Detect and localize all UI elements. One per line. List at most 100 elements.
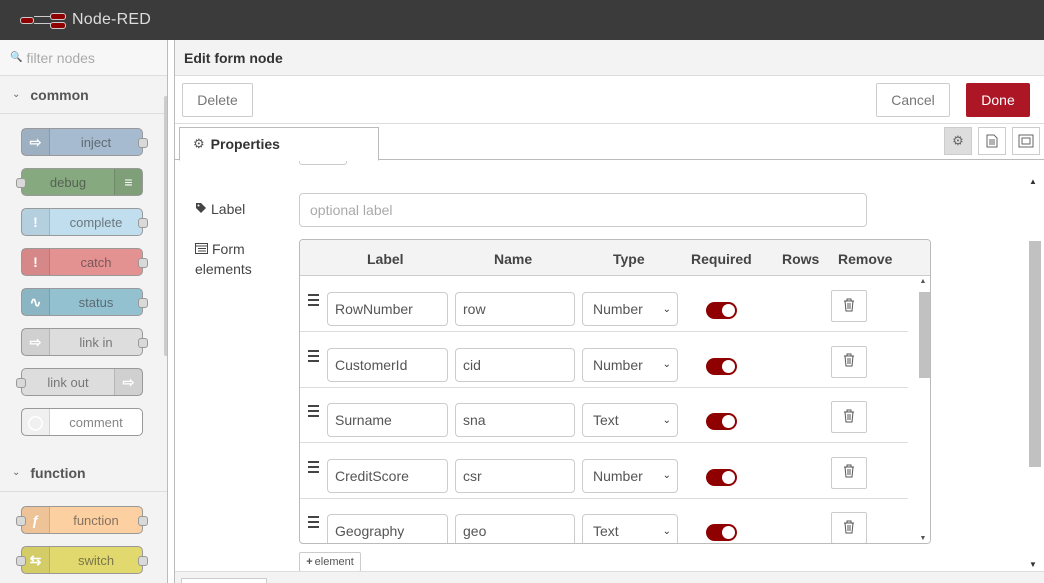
required-toggle[interactable]: [706, 357, 737, 375]
table-row: RowNumber row Number ⌄: [300, 276, 908, 332]
done-button[interactable]: Done: [966, 83, 1030, 117]
chevron-down-icon: ⌄: [12, 89, 21, 100]
panel-scrollbar[interactable]: ▲ ▼: [1027, 175, 1041, 571]
palette-node[interactable]: ƒ function: [16, 506, 148, 534]
palette-node[interactable]: ◯ comment: [21, 408, 143, 436]
remove-button[interactable]: [831, 456, 867, 489]
palette-scrollbar[interactable]: [164, 96, 167, 356]
output-port[interactable]: [138, 138, 148, 148]
form-elements-label-line2: elements: [195, 261, 252, 277]
required-toggle[interactable]: [706, 468, 737, 486]
output-port[interactable]: [138, 556, 148, 566]
required-toggle[interactable]: [706, 524, 737, 541]
palette-filter-input[interactable]: 🔍 filter nodes: [0, 40, 167, 76]
chevron-down-icon: ⌄: [662, 359, 671, 370]
palette-node[interactable]: ! complete: [21, 208, 148, 236]
list-icon: [195, 241, 208, 257]
chevron-down-icon: ⌄: [662, 525, 671, 537]
element-label-input[interactable]: RowNumber: [327, 292, 448, 326]
element-label-input[interactable]: Surname: [327, 403, 448, 437]
tray-tabs: ⚙ Properties ⚙: [175, 124, 1044, 161]
palette-node[interactable]: link out ⇨: [16, 368, 143, 396]
element-label-input[interactable]: CreditScore: [327, 458, 448, 493]
output-port[interactable]: [138, 258, 148, 268]
palette-node[interactable]: ! catch: [21, 248, 148, 276]
element-type-select[interactable]: Number ⌄: [582, 347, 678, 382]
palette-category-1[interactable]: ⌄ function: [0, 454, 167, 492]
description-tab-icon[interactable]: [978, 127, 1006, 155]
delete-button[interactable]: Delete: [182, 83, 253, 117]
element-type-select[interactable]: Text ⌄: [582, 514, 678, 543]
scroll-up-arrow-icon[interactable]: ▲: [1029, 177, 1037, 186]
column-header-label: Label: [367, 251, 404, 267]
output-port[interactable]: [138, 338, 148, 348]
remove-button[interactable]: [831, 512, 867, 543]
alert-icon: !: [22, 249, 50, 275]
element-name-input[interactable]: csr: [455, 458, 575, 493]
palette-node[interactable]: ⇆ switch: [16, 546, 148, 574]
palette-node[interactable]: debug ≡: [16, 168, 143, 196]
palette-node-label: function: [73, 512, 119, 528]
link-out-icon: ⇨: [114, 369, 142, 395]
palette-node-label: comment: [69, 414, 123, 430]
app-title: Node-RED: [72, 11, 151, 28]
element-name-input[interactable]: cid: [455, 347, 575, 382]
palette-node[interactable]: ∿ status: [21, 288, 148, 316]
properties-panel: Label optional label Form elements Label…: [175, 161, 1044, 571]
remove-button[interactable]: [831, 290, 867, 322]
settings-tab-icon[interactable]: ⚙: [944, 127, 972, 155]
panel-scroll-thumb[interactable]: [1029, 241, 1041, 467]
tab-properties[interactable]: ⚙ Properties: [179, 127, 379, 161]
form-elements-label: Form elements: [195, 241, 252, 277]
input-port[interactable]: [16, 178, 26, 188]
element-label-input[interactable]: CustomerId: [327, 347, 448, 382]
tab-properties-label: Properties: [210, 136, 280, 152]
label-input[interactable]: optional label: [299, 193, 867, 227]
table-scrollbar[interactable]: ▲ ▼: [916, 276, 930, 543]
appearance-tab-icon[interactable]: [1012, 127, 1040, 155]
drag-handle-icon[interactable]: [308, 349, 319, 365]
element-type-select[interactable]: Text ⌄: [582, 403, 678, 437]
palette-node-label: complete: [69, 214, 123, 230]
input-port[interactable]: [16, 516, 26, 526]
function-icon: ƒ: [22, 507, 50, 533]
element-name-input[interactable]: row: [455, 292, 575, 326]
add-element-button[interactable]: + element: [299, 552, 361, 571]
output-port[interactable]: [138, 218, 148, 228]
scroll-down-arrow-icon[interactable]: ▼: [919, 535, 927, 542]
trash-icon: [843, 353, 855, 370]
element-name-input[interactable]: geo: [455, 514, 575, 543]
drag-handle-icon[interactable]: [308, 516, 319, 531]
input-port[interactable]: [16, 556, 26, 566]
drag-handle-icon[interactable]: [308, 460, 319, 476]
palette-node-label: link in: [79, 334, 113, 350]
palette-node[interactable]: ⇨ link in: [21, 328, 148, 356]
remove-button[interactable]: [831, 345, 867, 378]
comment-icon: ◯: [22, 409, 50, 435]
drag-handle-icon[interactable]: [308, 294, 319, 309]
scroll-down-arrow-icon[interactable]: ▼: [1029, 560, 1037, 569]
footer-button[interactable]: [181, 578, 267, 583]
palette-node[interactable]: ⇨ inject: [21, 128, 148, 156]
output-port[interactable]: [138, 516, 148, 526]
column-header-rows: Rows: [782, 251, 820, 267]
element-type-value: Number: [593, 301, 643, 317]
scroll-up-arrow-icon[interactable]: ▲: [919, 278, 927, 285]
required-toggle[interactable]: [706, 413, 737, 430]
column-header-remove: Remove: [838, 251, 893, 267]
palette-category-0[interactable]: ⌄ common: [0, 76, 167, 114]
element-name-input[interactable]: sna: [455, 403, 575, 437]
element-label-input[interactable]: Geography: [327, 514, 448, 543]
output-port[interactable]: [138, 298, 148, 308]
drag-handle-icon[interactable]: [308, 405, 319, 420]
element-type-select[interactable]: Number ⌄: [582, 458, 678, 493]
required-toggle[interactable]: [706, 302, 737, 319]
element-type-select[interactable]: Number ⌄: [582, 292, 678, 326]
cancel-button[interactable]: Cancel: [876, 83, 950, 117]
table-scroll-thumb[interactable]: [919, 292, 930, 378]
arrow-in-icon: ⇨: [22, 129, 50, 155]
trash-icon: [843, 409, 855, 426]
input-port[interactable]: [16, 378, 26, 388]
remove-button[interactable]: [831, 401, 867, 433]
element-type-value: Number: [593, 467, 643, 484]
